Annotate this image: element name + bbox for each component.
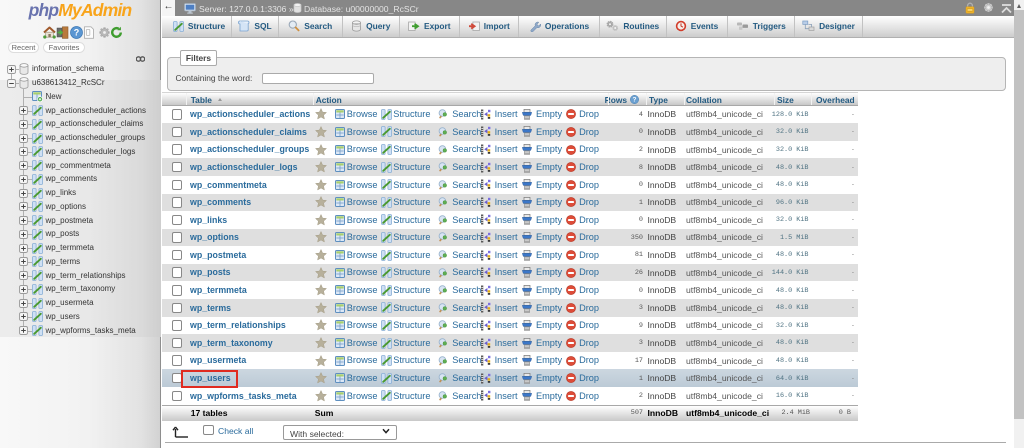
svg-text:?: ? — [73, 28, 79, 38]
svg-text:?: ? — [633, 96, 637, 103]
